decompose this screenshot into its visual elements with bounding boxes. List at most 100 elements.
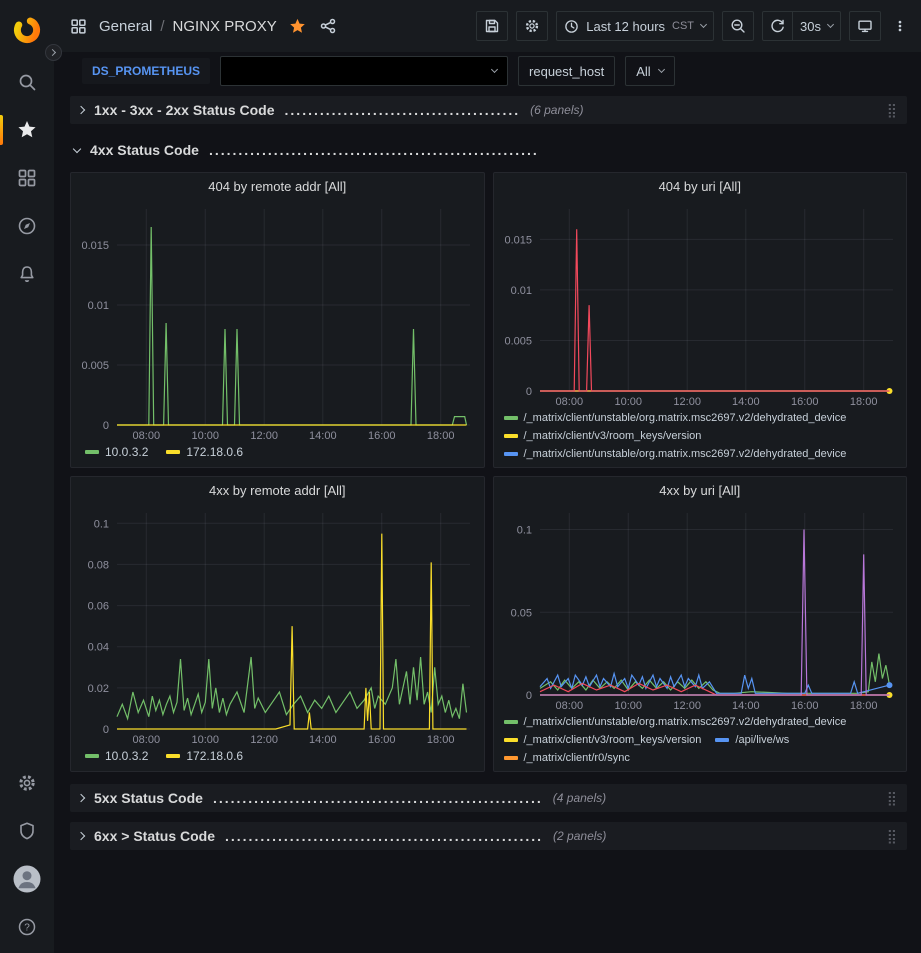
- variable-label-request-host[interactable]: request_host: [518, 56, 615, 86]
- tv-mode-button[interactable]: [849, 11, 881, 41]
- legend-label[interactable]: 10.0.3.2: [105, 445, 148, 459]
- panel-title[interactable]: 404 by remote addr [All]: [71, 173, 484, 201]
- chart-canvas[interactable]: 00.0050.010.01508:0010:0012:0014:0016:00…: [71, 201, 484, 443]
- panel-title[interactable]: 4xx by uri [All]: [494, 477, 907, 505]
- dashboard-settings-button[interactable]: [516, 11, 548, 41]
- panel-legend: 10.0.3.2 172.18.0.6: [71, 747, 484, 771]
- panel-404-by-uri: 404 by uri [All] 00.0050.010.01508:0010:…: [493, 172, 908, 468]
- legend-item[interactable]: /_matrix/client/v3/room_keys/version: [504, 429, 702, 443]
- legend-item[interactable]: /_matrix/client/unstable/org.matrix.msc2…: [504, 769, 847, 771]
- legend-label[interactable]: /_matrix/client/unstable/org.matrix.msc2…: [524, 447, 847, 461]
- chart-canvas[interactable]: 00.050.108:0010:0012:0014:0016:0018:00: [494, 505, 907, 713]
- sidebar-item-help[interactable]: ?: [0, 903, 54, 951]
- star-icon: [17, 120, 37, 140]
- panel-chart[interactable]: 00.050.108:0010:0012:0014:0016:0018:00: [494, 505, 907, 713]
- legend-label[interactable]: /_matrix/client/unstable/org.matrix.msc2…: [524, 715, 847, 729]
- legend-label[interactable]: /sw.js: [735, 465, 762, 467]
- svg-text:0.005: 0.005: [81, 360, 109, 372]
- share-button[interactable]: [318, 16, 338, 36]
- chevron-down-icon: [827, 21, 834, 28]
- legend-label[interactable]: /_matrix/client/v3/room_keys/version: [524, 733, 702, 747]
- legend-label[interactable]: /_matrix/client/v3/room_keys/version: [524, 429, 702, 443]
- legend-label[interactable]: /_matrix/client/unstable/org.matrix.msc2…: [524, 411, 847, 425]
- row-4xx-status-code[interactable]: 4xx Status Code ........................…: [70, 136, 907, 164]
- panels-grid: 404 by remote addr [All] 00.0050.010.015…: [70, 172, 907, 772]
- svg-text:12:00: 12:00: [673, 396, 701, 408]
- grafana-logo[interactable]: [5, 8, 49, 52]
- refresh-button[interactable]: [762, 11, 793, 41]
- legend-swatch: [715, 738, 729, 742]
- panel-4xx-by-uri: 4xx by uri [All] 00.050.108:0010:0012:00…: [493, 476, 908, 772]
- legend-item[interactable]: 172.18.0.6: [166, 445, 243, 459]
- row-panel-count: (4 panels): [553, 791, 606, 805]
- legend-item[interactable]: /_matrix/client/unstable/org.matrix.msc2…: [504, 447, 847, 461]
- chevron-down-icon: [491, 66, 498, 73]
- row-1xx-2xx-3xx-status-code[interactable]: 1xx - 3xx - 2xx Status Code ............…: [70, 96, 907, 124]
- sidebar-item-configuration[interactable]: [0, 759, 54, 807]
- legend-swatch: [504, 452, 518, 456]
- sidebar-expand-button[interactable]: [45, 44, 62, 61]
- panel-chart[interactable]: 00.0050.010.01508:0010:0012:0014:0016:00…: [494, 201, 907, 409]
- more-options-button[interactable]: [889, 18, 911, 34]
- row-drag-handle-icon[interactable]: ⣿: [887, 103, 897, 117]
- panel-title[interactable]: 4xx by remote addr [All]: [71, 477, 484, 505]
- sidebar-item-profile[interactable]: [0, 855, 54, 903]
- legend-label[interactable]: 10.0.3.2: [105, 749, 148, 763]
- chart-canvas[interactable]: 00.0050.010.01508:0010:0012:0014:0016:00…: [494, 201, 907, 409]
- breadcrumb-section[interactable]: General: [99, 18, 152, 35]
- legend-label[interactable]: /_matrix/client/v3/room_keys/version: [524, 465, 702, 467]
- legend-label[interactable]: /_matrix/client/unstable/org.matrix.msc2…: [524, 769, 847, 771]
- panel-chart[interactable]: 00.0050.010.01508:0010:0012:0014:0016:00…: [71, 201, 484, 443]
- legend-item[interactable]: /_matrix/client/v3/room_keys/version: [504, 465, 702, 467]
- breadcrumb: General / NGINX PROXY: [99, 18, 277, 35]
- user-avatar: [12, 864, 42, 894]
- legend-swatch: [166, 450, 180, 454]
- sidebar-item-starred[interactable]: [0, 106, 54, 154]
- sidebar-item-search[interactable]: [0, 58, 54, 106]
- legend-item[interactable]: /_matrix/client/unstable/org.matrix.msc2…: [504, 715, 847, 729]
- variable-value-dropdown[interactable]: All: [625, 56, 674, 86]
- favorite-star-button[interactable]: [287, 16, 308, 37]
- legend-item[interactable]: /api/live/ws: [715, 733, 789, 747]
- legend-label[interactable]: 172.18.0.6: [186, 445, 243, 459]
- legend-label[interactable]: 172.18.0.6: [186, 749, 243, 763]
- gear-icon: [524, 18, 540, 34]
- panel-legend: /_matrix/client/unstable/org.matrix.msc2…: [494, 409, 907, 467]
- chevron-right-icon: [77, 106, 85, 114]
- chevron-down-icon: [658, 66, 665, 73]
- row-panel-count: (2 panels): [553, 829, 606, 843]
- sidebar-item-dashboards[interactable]: [0, 154, 54, 202]
- save-dashboard-button[interactable]: [476, 11, 508, 41]
- legend-swatch: [504, 738, 518, 742]
- legend-item[interactable]: 172.18.0.6: [166, 749, 243, 763]
- svg-text:10:00: 10:00: [614, 396, 642, 408]
- svg-text:08:00: 08:00: [133, 430, 161, 442]
- apps-grid-icon[interactable]: [68, 16, 89, 37]
- legend-item[interactable]: 10.0.3.2: [85, 445, 148, 459]
- sidebar-item-explore[interactable]: [0, 202, 54, 250]
- row-drag-handle-icon[interactable]: ⣿: [887, 791, 897, 805]
- row-leader: ........................................: [285, 102, 521, 118]
- legend-item[interactable]: /sw.js: [715, 465, 762, 467]
- panel-chart[interactable]: 00.020.040.060.080.108:0010:0012:0014:00…: [71, 505, 484, 747]
- legend-label[interactable]: /_matrix/client/r0/sync: [524, 751, 630, 765]
- legend-label[interactable]: /api/live/ws: [735, 733, 789, 747]
- sidebar-item-alerting[interactable]: [0, 250, 54, 298]
- row-5xx-status-code[interactable]: 5xx Status Code ........................…: [70, 784, 907, 812]
- chart-canvas[interactable]: 00.020.040.060.080.108:0010:0012:0014:00…: [71, 505, 484, 747]
- legend-item[interactable]: /_matrix/client/v3/room_keys/version: [504, 733, 702, 747]
- svg-text:14:00: 14:00: [732, 396, 760, 408]
- legend-item[interactable]: /_matrix/client/r0/sync: [504, 751, 630, 765]
- datasource-select[interactable]: [220, 56, 508, 86]
- breadcrumb-title[interactable]: NGINX PROXY: [173, 18, 277, 35]
- zoom-out-button[interactable]: [722, 11, 754, 41]
- row-drag-handle-icon[interactable]: ⣿: [887, 829, 897, 843]
- sidebar-item-server-admin[interactable]: [0, 807, 54, 855]
- time-range-picker[interactable]: Last 12 hours CST: [556, 11, 714, 41]
- panel-title[interactable]: 404 by uri [All]: [494, 173, 907, 201]
- legend-item[interactable]: /_matrix/client/unstable/org.matrix.msc2…: [504, 411, 847, 425]
- variable-label-text: request_host: [529, 64, 604, 79]
- row-6xx-status-code[interactable]: 6xx > Status Code ......................…: [70, 822, 907, 850]
- legend-item[interactable]: 10.0.3.2: [85, 749, 148, 763]
- refresh-interval-dropdown[interactable]: 30s: [793, 11, 841, 41]
